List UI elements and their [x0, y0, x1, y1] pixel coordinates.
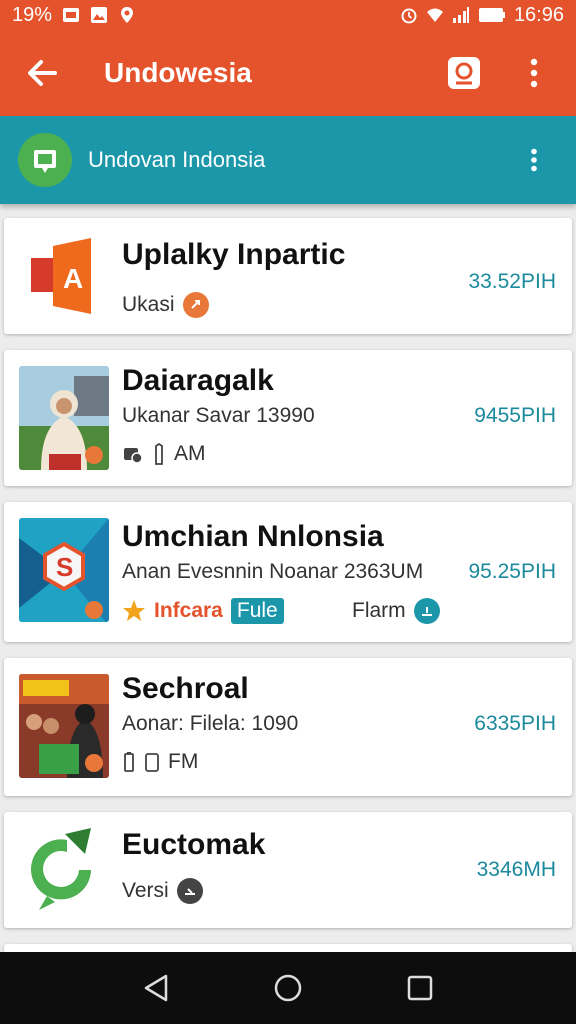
section-header: Undovan Indonsia: [0, 116, 576, 204]
item-right-label: Flarm: [352, 599, 406, 622]
system-nav-bar: [0, 952, 576, 1024]
nav-home-button[interactable]: [264, 964, 312, 1012]
nav-back-button[interactable]: [132, 964, 180, 1012]
item-subtitle: Ukanar Savar 13990: [122, 404, 315, 427]
more-vert-icon: [531, 148, 537, 172]
wifi-icon: [426, 8, 443, 22]
list-item[interactable]: Sechroal Aonar: Filela: 1090 FM 6335PIH: [4, 658, 572, 796]
item-meta-text: AM: [174, 442, 206, 465]
nav-recents-button[interactable]: [396, 964, 444, 1012]
nav-back-icon: [144, 974, 168, 1002]
search-icon: [448, 57, 480, 89]
item-tag-label: Infcara: [154, 599, 223, 622]
office-app-icon: A: [31, 238, 91, 314]
back-button[interactable]: [18, 49, 66, 97]
app-title: Undowesia: [104, 57, 252, 88]
signal-icon: [452, 7, 469, 23]
app-icon: S: [19, 518, 109, 622]
section-logo: [18, 133, 72, 187]
item-subtitle: Aonar: Filela: 1090: [122, 712, 299, 735]
battery-icon: [478, 8, 505, 22]
item-price: 9455PIH: [474, 404, 556, 427]
list-item[interactable]: A Uplalky Inpartic Ukasi 33.52PIH: [4, 218, 572, 334]
more-vert-icon: [530, 58, 538, 88]
item-meta-text: FM: [168, 750, 199, 773]
item-tag-chip: Fule: [230, 598, 284, 624]
item-title: Sechroal: [122, 672, 249, 705]
list-item[interactable]: [4, 944, 572, 952]
star-icon: [123, 600, 145, 621]
item-meta-row: AM: [122, 442, 206, 466]
item-price: 3346MH: [476, 858, 556, 881]
item-subtitle: Ukasi: [122, 293, 175, 316]
person-photo-image: [19, 366, 109, 470]
item-title: Euctomak: [122, 828, 266, 861]
nav-home-icon: [274, 974, 302, 1002]
app-list: A Uplalky Inpartic Ukasi 33.52PIH Daiara…: [0, 210, 576, 952]
alarm-icon: [401, 8, 417, 24]
storage-icon: [124, 448, 143, 464]
item-subtitle: Anan Evesnnin Noanar 2363UM: [122, 560, 424, 583]
section-menu-button[interactable]: [510, 136, 558, 184]
gallery-icon: [91, 7, 108, 23]
item-meta-row: Infcara Fule: [122, 598, 284, 624]
item-price: 6335PIH: [474, 712, 556, 735]
item-subtitle: Versi: [122, 879, 169, 902]
svg-text:S: S: [56, 552, 73, 582]
item-price: 33.52PIH: [468, 270, 556, 293]
item-title: Daiaragalk: [122, 364, 274, 397]
clock: 16:96: [513, 3, 564, 26]
overflow-menu-button[interactable]: [510, 49, 558, 97]
status-bar: 19% 16:96: [0, 0, 576, 30]
app-icon: A: [19, 224, 109, 328]
battery-small-icon: [124, 752, 134, 772]
shield-app-icon: S: [19, 518, 109, 622]
update-badge-icon: [182, 292, 209, 318]
list-item[interactable]: S Umchian Nnlonsia Anan Evesnnin Noanar …: [4, 502, 572, 642]
crowd-photo-image: [19, 674, 109, 778]
device-icon: [145, 753, 159, 772]
download-badge-icon: [413, 598, 440, 624]
sync-app-icon: [31, 828, 91, 910]
item-thumbnail: [19, 674, 109, 778]
battery-percent: 19%: [12, 3, 53, 26]
nav-recents-icon: [407, 975, 433, 1001]
item-thumbnail: [19, 366, 109, 470]
cast-icon: [63, 8, 80, 22]
item-right-meta: Flarm: [352, 598, 440, 624]
item-title: Uplalky Inpartic: [122, 238, 346, 271]
location-icon: [121, 7, 134, 23]
list-item[interactable]: Daiaragalk Ukanar Savar 13990 AM 9455PIH: [4, 350, 572, 486]
search-button[interactable]: [440, 49, 488, 97]
item-subtitle-row: Versi: [122, 878, 203, 904]
list-item[interactable]: Euctomak Versi 3346MH: [4, 812, 572, 928]
item-subtitle-row: Ukasi: [122, 292, 209, 318]
item-meta-row: FM: [122, 750, 198, 774]
phone-icon: [155, 443, 163, 465]
section-title: Undovan Indonsia: [88, 147, 266, 172]
item-title: Umchian Nnlonsia: [122, 520, 384, 553]
install-badge-icon: [176, 878, 203, 904]
app-bar: Undowesia: [0, 30, 576, 116]
app-icon: [19, 818, 109, 922]
item-price: 95.25PIH: [468, 560, 556, 583]
chat-screen-icon: [34, 150, 56, 173]
svg-text:A: A: [63, 263, 83, 294]
arrow-back-icon: [28, 60, 57, 86]
